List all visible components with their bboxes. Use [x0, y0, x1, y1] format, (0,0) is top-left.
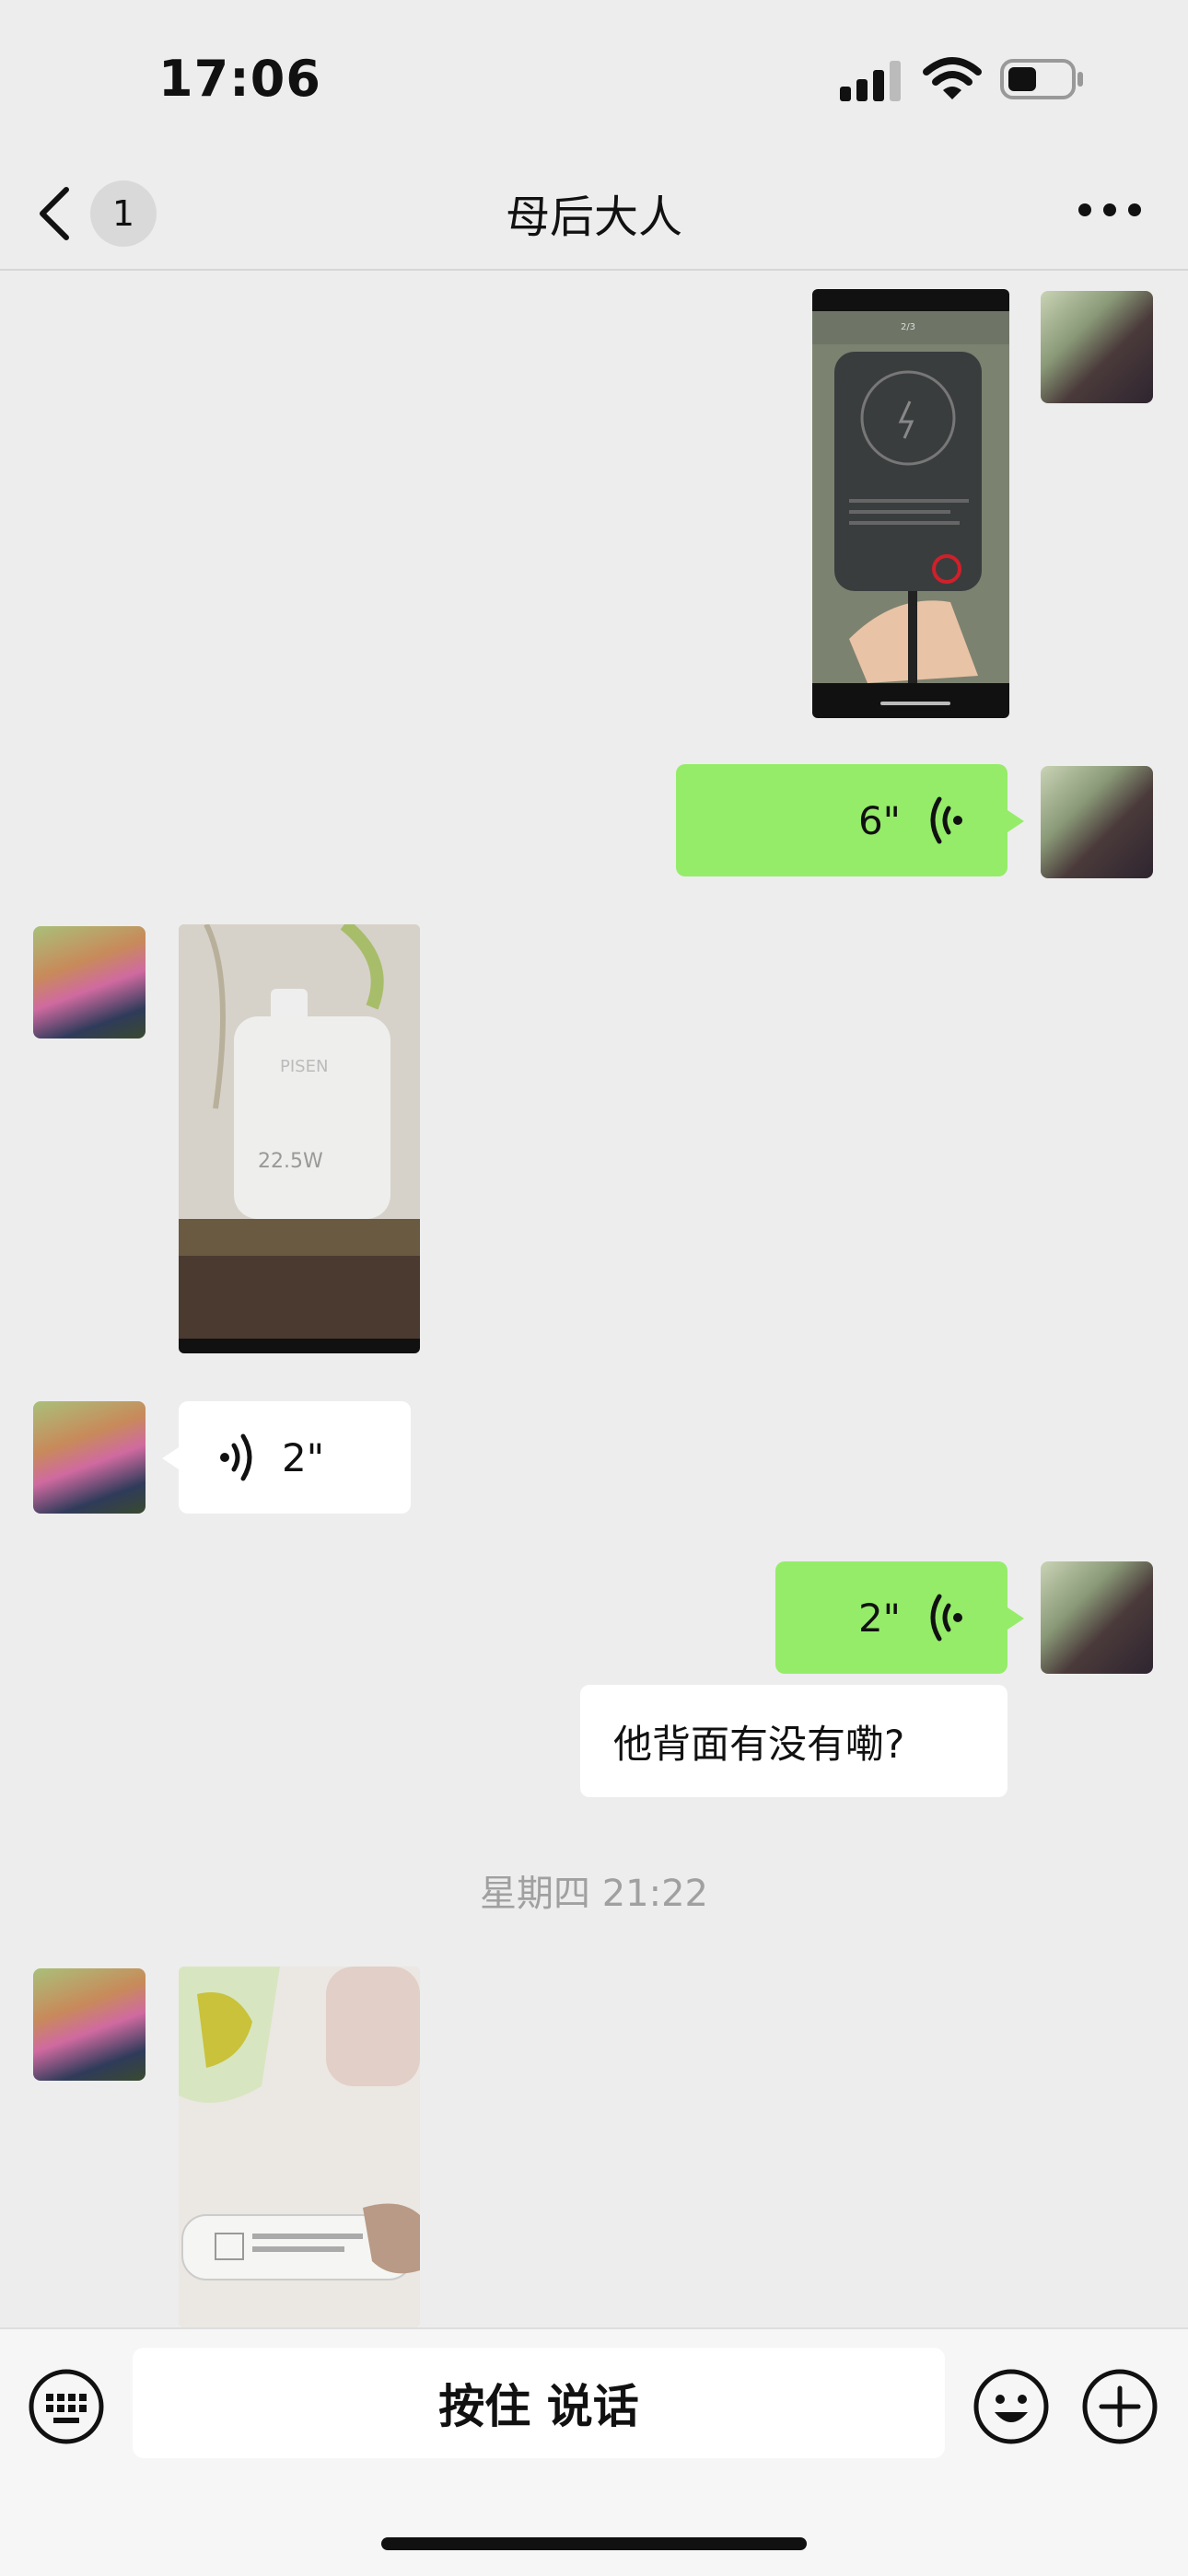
sent-voice-message[interactable]: 6"	[676, 764, 1024, 876]
status-time: 17:06	[158, 50, 321, 108]
image-page-indicator: 2/3	[901, 322, 915, 332]
sent-image-message[interactable]: 2/3	[812, 289, 1009, 718]
charger-brand-text: PISEN	[280, 1057, 328, 1076]
message-text: 他背面有没有嘞?	[613, 1721, 905, 1767]
keyboard-toggle-icon[interactable]	[28, 2368, 105, 2445]
home-indicator[interactable]	[381, 2537, 807, 2550]
voice-wave-icon	[220, 1433, 252, 1481]
sent-voice-message[interactable]: 2"	[775, 1561, 1024, 1674]
my-avatar[interactable]	[1041, 291, 1153, 403]
contact-avatar[interactable]	[33, 1401, 146, 1514]
sent-text-message[interactable]: 他背面有没有嘞?	[580, 1685, 1007, 1797]
charger-photo: PISEN 22.5W	[179, 924, 420, 1353]
my-avatar[interactable]	[1041, 1561, 1153, 1674]
my-avatar[interactable]	[1041, 766, 1153, 878]
contact-avatar[interactable]	[33, 926, 146, 1039]
wifi-icon	[923, 57, 982, 99]
more-options-icon[interactable]	[1076, 199, 1144, 221]
charger-watt-text: 22.5W	[258, 1150, 323, 1173]
cellular-signal-icon	[840, 61, 901, 101]
received-image-message[interactable]	[179, 1967, 420, 2327]
emoji-icon[interactable]	[973, 2368, 1050, 2445]
received-voice-message[interactable]: 2"	[162, 1401, 411, 1514]
voice-wave-icon	[930, 796, 962, 844]
chat-title: 母后大人	[505, 191, 682, 243]
power-bank-photo: 2/3	[812, 311, 1009, 705]
battery-icon	[1000, 59, 1083, 99]
hold-to-talk-button[interactable]: 按住 说话	[133, 2348, 945, 2458]
chat-timestamp: 星期四 21:22	[480, 1873, 708, 1915]
add-plus-icon[interactable]	[1081, 2368, 1159, 2445]
voice-duration: 2"	[282, 1434, 325, 1480]
received-image-message[interactable]: PISEN 22.5W	[179, 924, 420, 1353]
contact-avatar[interactable]	[33, 1968, 146, 2081]
voice-wave-icon	[930, 1594, 962, 1642]
power-bank-bottom-photo	[179, 1967, 420, 2327]
voice-duration: 2"	[857, 1595, 901, 1641]
voice-duration: 6"	[857, 797, 901, 843]
